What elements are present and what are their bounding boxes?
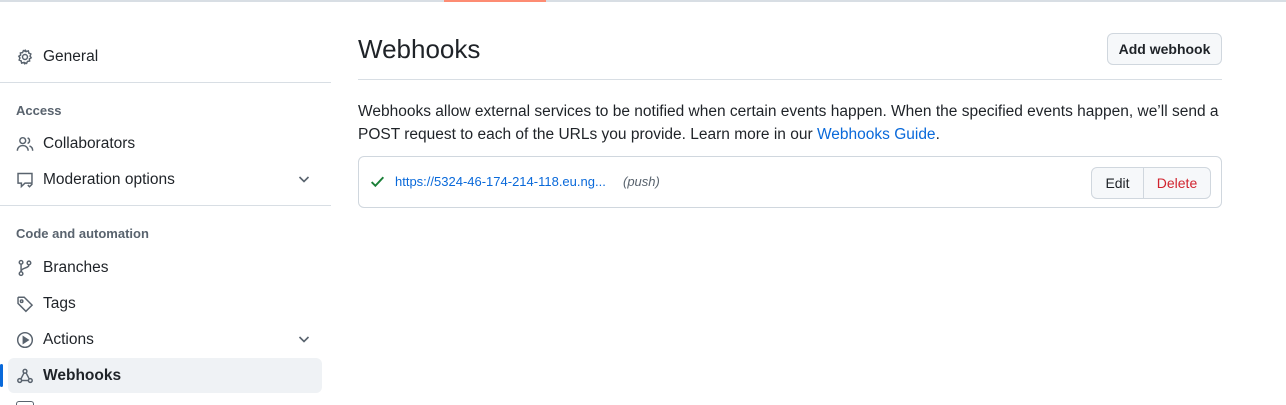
people-icon [16,135,34,153]
sidebar-item-actions[interactable]: Actions [8,322,322,357]
settings-sidebar: General Access Collaborators Moderation … [0,0,332,405]
title-divider [358,79,1222,80]
sidebar-item-label: Webhooks [43,366,122,384]
report-icon [16,171,34,189]
webhooks-description: Webhooks allow external services to be n… [358,100,1222,146]
webhook-list-item: https://5324-46-174-214-118.eu.ng... (pu… [358,156,1222,208]
webhook-events: (push) [623,174,660,189]
add-webhook-button[interactable]: Add webhook [1107,33,1222,65]
webhook-url-link[interactable]: https://5324-46-174-214-118.eu.ng... [395,174,606,189]
sidebar-item-general[interactable]: General [8,39,322,74]
branch-icon [16,259,34,277]
webhook-icon [16,367,34,385]
sidebar-divider [0,82,331,83]
active-indicator [0,364,3,387]
sidebar-item-label: Collaborators [43,134,136,152]
description-text: Webhooks allow external services to be n… [358,103,1219,143]
next-item-icon [16,401,34,405]
sidebar-heading-code-automation: Code and automation [16,226,149,241]
sidebar-divider [0,205,331,206]
sidebar-item-label: Tags [43,294,76,312]
sidebar-item-collaborators[interactable]: Collaborators [8,126,322,161]
sidebar-item-label: Actions [43,330,94,348]
sidebar-item-label: Moderation options [43,170,175,188]
description-period: . [935,126,940,143]
sidebar-item-tags[interactable]: Tags [8,286,322,321]
edit-webhook-button[interactable]: Edit [1092,168,1144,198]
selected-tab-underline [444,0,546,2]
page-title: Webhooks [358,34,481,64]
sidebar-item-moderation[interactable]: Moderation options [8,162,322,197]
play-icon [16,331,34,349]
tag-icon [16,295,34,313]
chevron-down-icon[interactable] [296,171,312,187]
webhooks-guide-link[interactable]: Webhooks Guide [817,126,936,143]
webhook-actions: Edit Delete [1091,167,1211,199]
check-icon [369,173,386,190]
sidebar-item-label: Branches [43,258,109,276]
sidebar-item-branches[interactable]: Branches [8,250,322,285]
sidebar-heading-access: Access [16,103,62,118]
sidebar-item-label: General [43,47,99,65]
gear-icon [16,48,34,66]
chevron-down-icon[interactable] [296,331,312,347]
sidebar-item-webhooks[interactable]: Webhooks [0,358,322,393]
delete-webhook-button[interactable]: Delete [1144,168,1210,198]
